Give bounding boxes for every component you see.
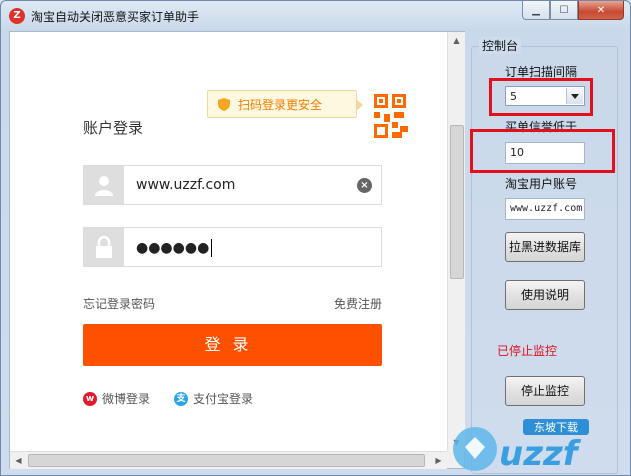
user-icon bbox=[84, 166, 124, 204]
horizontal-scrollbar[interactable]: ◀ ▶ bbox=[10, 451, 447, 469]
qr-login-tip[interactable]: 扫码登录更安全 bbox=[207, 90, 363, 118]
weibo-login-link[interactable]: w 微博登录 bbox=[83, 390, 150, 407]
highlight-box bbox=[470, 129, 615, 173]
control-panel-legend: 控制台 bbox=[479, 37, 522, 54]
shield-icon bbox=[218, 97, 230, 111]
watermark-text: uzzf bbox=[499, 434, 582, 474]
vertical-scroll-thumb[interactable] bbox=[450, 125, 464, 279]
lock-icon bbox=[84, 228, 124, 266]
vertical-scrollbar[interactable]: ▲ ▼ bbox=[447, 32, 465, 451]
maximize-button[interactable]: ☐ bbox=[550, 1, 578, 20]
blacklist-button[interactable]: 拉黑进数据库 bbox=[505, 232, 585, 262]
login-links: 忘记登录密码 免费注册 bbox=[83, 295, 382, 312]
watermark-sub: 东坡下载 bbox=[534, 421, 578, 434]
horizontal-scroll-thumb[interactable] bbox=[28, 454, 425, 467]
stop-monitor-button[interactable]: 停止监控 bbox=[505, 376, 585, 406]
login-title: 账户登录 bbox=[83, 119, 144, 137]
alipay-login-label: 支付宝登录 bbox=[193, 392, 254, 406]
scroll-right-arrow-icon[interactable]: ▶ bbox=[430, 452, 447, 469]
title-bar: Z 淘宝自动关闭恶意买家订单助手 ▁ ☐ ✕ bbox=[1, 1, 630, 31]
alipay-login-link[interactable]: 支 支付宝登录 bbox=[174, 390, 253, 407]
highlight-box bbox=[489, 78, 593, 116]
taobao-account-label: 淘宝用户账号 bbox=[505, 177, 578, 191]
monitor-status-text: 已停止监控 bbox=[497, 344, 558, 358]
register-link[interactable]: 免费注册 bbox=[334, 295, 382, 312]
password-mask: ●●●●●● bbox=[136, 240, 210, 256]
alipay-icon: 支 bbox=[174, 391, 188, 406]
site-watermark-logo: 东坡下载 uzzf bbox=[453, 419, 589, 474]
scroll-up-arrow-icon[interactable]: ▲ bbox=[448, 32, 465, 49]
close-button[interactable]: ✕ bbox=[578, 1, 624, 20]
minimize-button[interactable]: ▁ bbox=[522, 1, 550, 20]
weibo-login-label: 微博登录 bbox=[102, 392, 151, 406]
clear-input-icon[interactable]: × bbox=[357, 178, 372, 193]
window-title: 淘宝自动关闭恶意买家订单助手 bbox=[31, 10, 200, 24]
taobao-account-input[interactable]: www.uzzf.com bbox=[505, 198, 585, 220]
help-button[interactable]: 使用说明 bbox=[505, 280, 585, 310]
window-controls: ▁ ☐ ✕ bbox=[522, 1, 624, 21]
password-field[interactable]: ●●●●●● bbox=[83, 227, 382, 267]
weibo-icon: w bbox=[83, 391, 97, 406]
username-input[interactable]: www.uzzf.com bbox=[136, 177, 235, 193]
embedded-browser: 扫码登录更安全 账户登录 www.uzzf.com × ●●●●●● 忘记登录密… bbox=[9, 31, 465, 469]
app-window: Z 淘宝自动关闭恶意买家订单助手 ▁ ☐ ✕ 扫码登录更安全 账户登录 www.… bbox=[0, 0, 631, 476]
username-field[interactable]: www.uzzf.com × bbox=[83, 165, 382, 205]
qr-tip-text: 扫码登录更安全 bbox=[238, 97, 323, 112]
forgot-password-link[interactable]: 忘记登录密码 bbox=[83, 297, 155, 311]
text-caret bbox=[211, 239, 213, 257]
app-logo-icon: Z bbox=[9, 8, 25, 24]
scroll-left-arrow-icon[interactable]: ◀ bbox=[10, 452, 27, 469]
password-input[interactable]: ●●●●●● bbox=[136, 239, 213, 257]
qr-code-icon[interactable] bbox=[368, 90, 412, 144]
login-button[interactable]: 登录 bbox=[83, 324, 382, 366]
